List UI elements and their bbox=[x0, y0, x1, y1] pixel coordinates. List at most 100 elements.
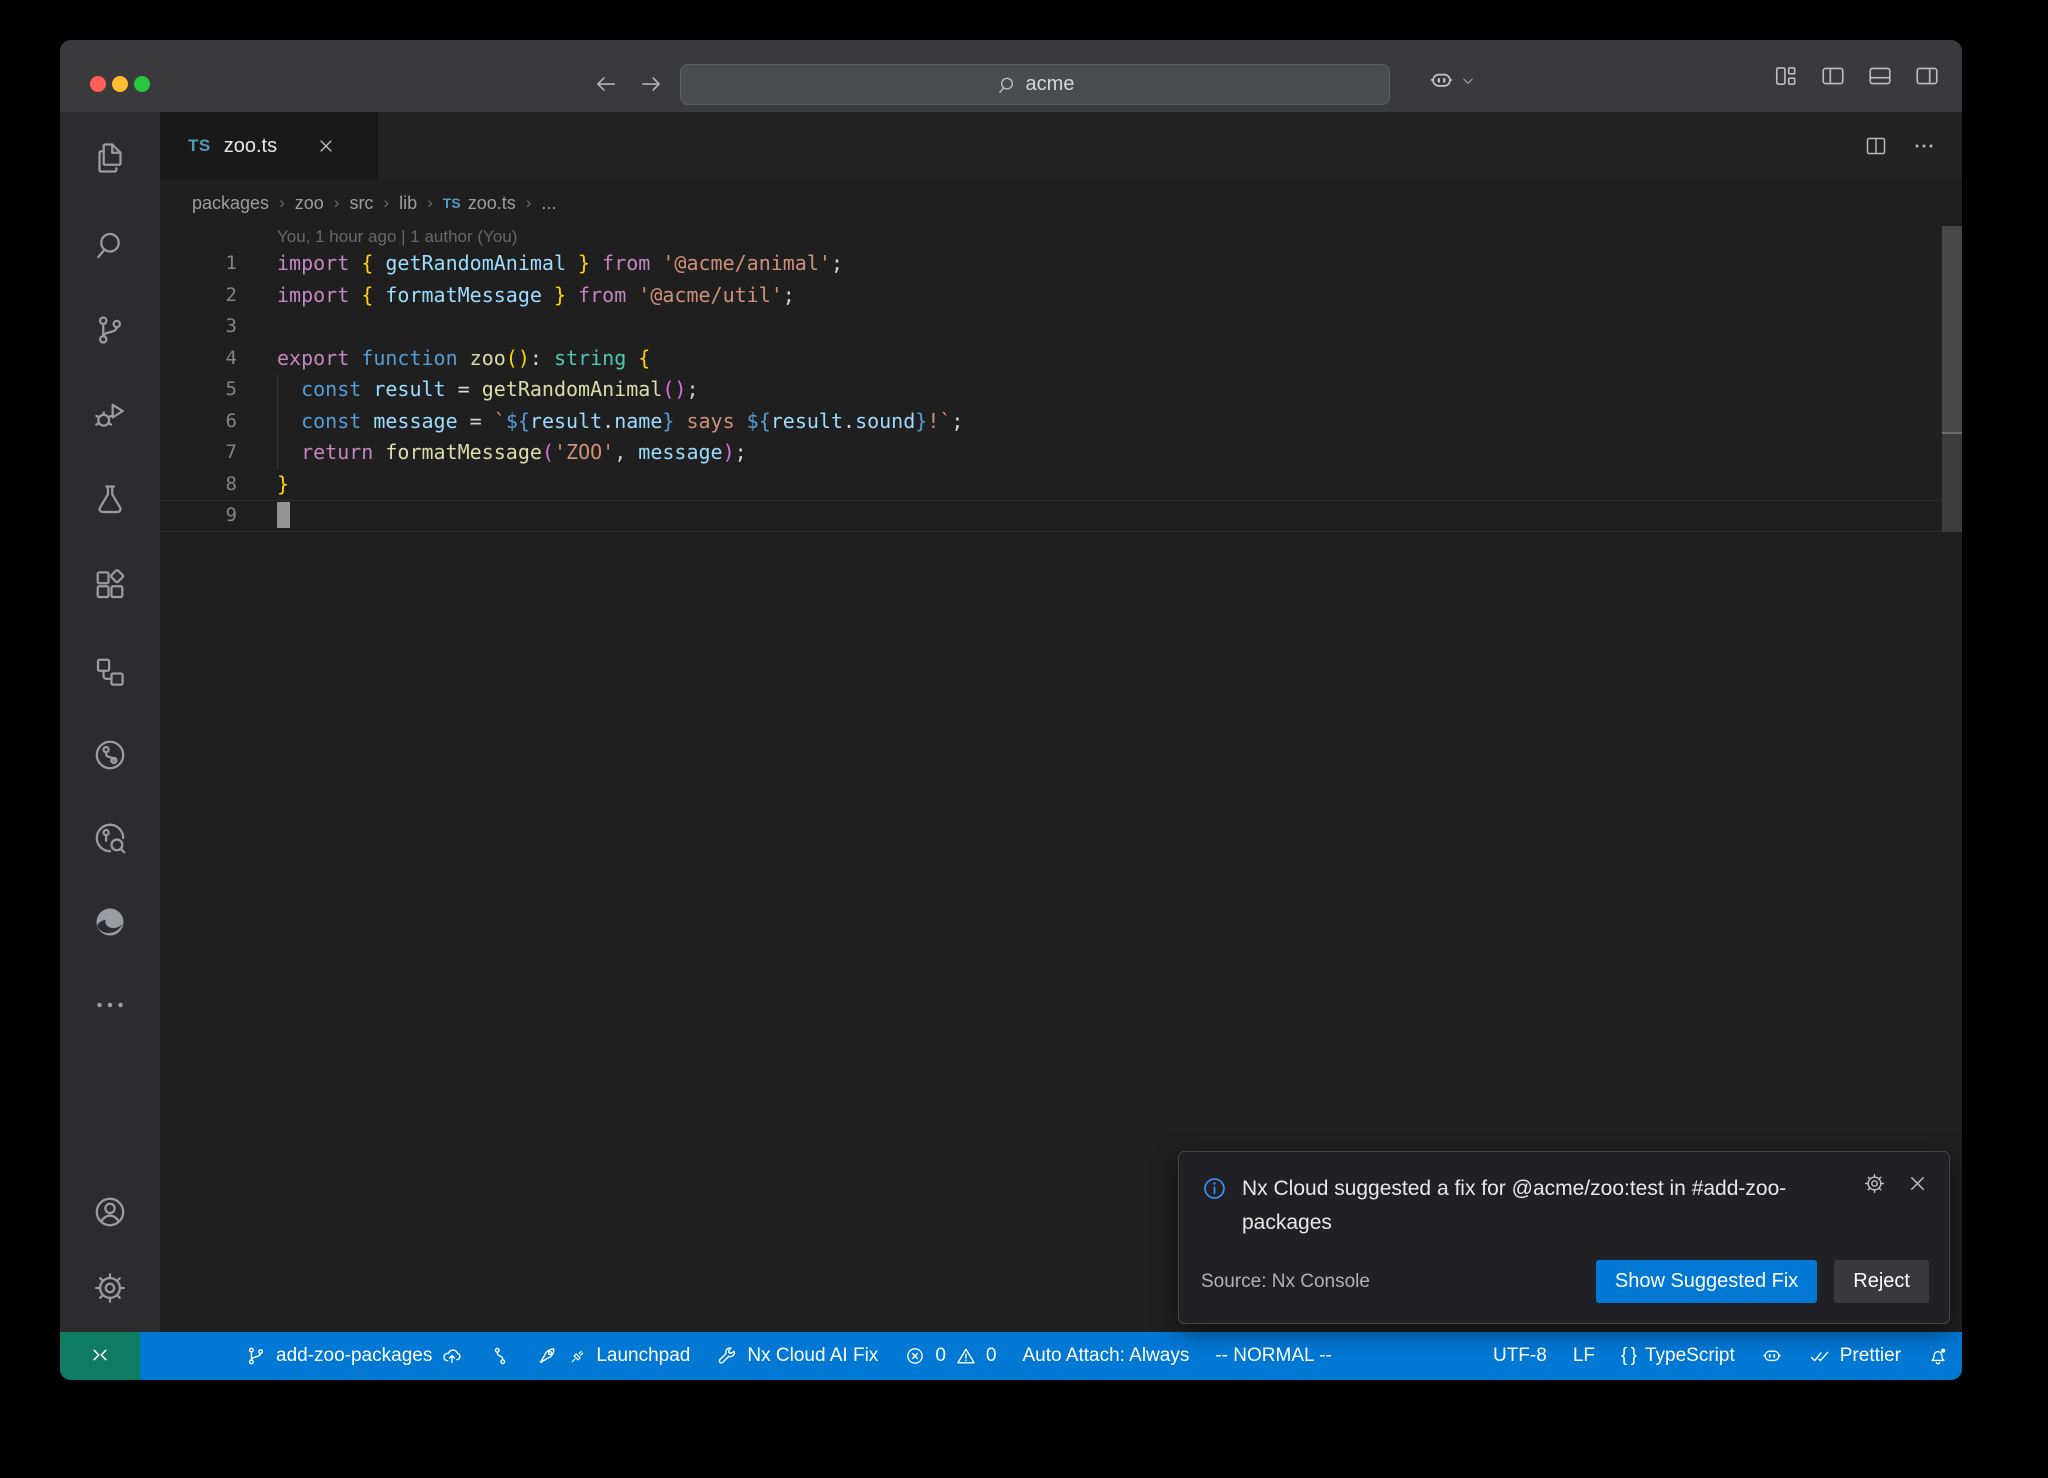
activitybar-gitlens-icon[interactable] bbox=[92, 737, 128, 773]
toggle-sidebar-right-icon[interactable] bbox=[1914, 63, 1940, 89]
statusbar-git-branch[interactable]: add-zoo-packages bbox=[232, 1332, 476, 1380]
statusbar-label: Nx Cloud AI Fix bbox=[747, 1345, 878, 1367]
breadcrumb-segment[interactable]: packages bbox=[192, 193, 269, 214]
breadcrumb-separator-icon: › bbox=[334, 193, 340, 213]
code-text: export function zoo(): string { bbox=[277, 343, 650, 375]
editor-cursor bbox=[277, 502, 290, 528]
window-close-button[interactable] bbox=[90, 76, 106, 92]
window-zoom-button[interactable] bbox=[134, 76, 150, 92]
statusbar-encoding[interactable]: UTF-8 bbox=[1480, 1332, 1560, 1380]
breadcrumb-separator-icon: › bbox=[383, 193, 389, 213]
notification-source: Source: Nx Console bbox=[1201, 1271, 1370, 1293]
line-number: 2 bbox=[160, 280, 237, 312]
copilot-icon bbox=[1428, 67, 1455, 94]
statusbar-launchpad[interactable]: Launchpad bbox=[524, 1332, 703, 1380]
activitybar-testing-icon[interactable] bbox=[92, 482, 128, 518]
statusbar-copilot[interactable] bbox=[1748, 1332, 1796, 1380]
notification-settings-icon[interactable] bbox=[1863, 1172, 1886, 1195]
code-line: 6 const message = `${result.name} says $… bbox=[160, 406, 1962, 438]
breadcrumb-file[interactable]: TSzoo.ts bbox=[443, 193, 516, 214]
statusbar-formatter[interactable]: Prettier bbox=[1796, 1332, 1914, 1380]
breadcrumb-separator-icon: › bbox=[427, 193, 433, 213]
rocket-icon bbox=[537, 1345, 559, 1367]
code-text: const message = `${result.name} says ${r… bbox=[277, 406, 963, 438]
breadcrumb: packages›zoo›src›lib›TSzoo.ts›... bbox=[160, 180, 1962, 226]
activitybar-settings-gear-icon[interactable] bbox=[92, 1270, 128, 1306]
line-number: 9 bbox=[160, 500, 237, 532]
statusbar-label: -- NORMAL -- bbox=[1215, 1345, 1331, 1367]
code-line: 7 return formatMessage('ZOO', message); bbox=[160, 437, 1962, 469]
braces-icon: { } bbox=[1621, 1345, 1636, 1367]
breadcrumb-segment[interactable]: lib bbox=[399, 193, 417, 214]
code-text: } bbox=[277, 469, 289, 501]
statusbar-eol[interactable]: LF bbox=[1560, 1332, 1608, 1380]
layout-controls bbox=[1773, 63, 1940, 89]
reject-button[interactable]: Reject bbox=[1834, 1260, 1929, 1303]
activitybar-explorer-icon[interactable] bbox=[92, 140, 128, 176]
statusbar-label: UTF-8 bbox=[1493, 1345, 1547, 1367]
command-center-search[interactable]: acme bbox=[680, 64, 1390, 105]
code-text: import { formatMessage } from '@acme/uti… bbox=[277, 280, 795, 312]
activitybar-run-debug-icon[interactable] bbox=[92, 397, 128, 433]
typescript-file-icon: TS bbox=[188, 136, 211, 156]
line-number: 3 bbox=[160, 311, 237, 343]
statusbar-vim-mode[interactable]: -- NORMAL -- bbox=[1202, 1332, 1344, 1380]
activitybar-gitlens-inspect-icon[interactable] bbox=[92, 820, 128, 856]
toggle-sidebar-left-icon[interactable] bbox=[1820, 63, 1846, 89]
breadcrumb-overflow[interactable]: ... bbox=[541, 193, 556, 214]
code-text bbox=[277, 500, 290, 532]
breadcrumb-segment[interactable]: zoo bbox=[295, 193, 324, 214]
window-minimize-button[interactable] bbox=[112, 76, 128, 92]
activitybar-source-control-icon[interactable] bbox=[92, 312, 128, 348]
vscode-window: acme TS zoo.ts bbox=[60, 40, 1962, 1380]
breadcrumb-separator-icon: › bbox=[526, 193, 532, 213]
activitybar-extensions-icon[interactable] bbox=[92, 567, 128, 603]
editor-scrollbar[interactable] bbox=[1942, 226, 1962, 532]
statusbar-nx-cloud-ai-fix[interactable]: Nx Cloud AI Fix bbox=[703, 1332, 891, 1380]
activitybar-more-icon[interactable] bbox=[92, 987, 128, 1023]
notification-toast: Nx Cloud suggested a fix for @acme/zoo:t… bbox=[1178, 1151, 1950, 1324]
statusbar-label: LF bbox=[1573, 1345, 1595, 1367]
tab-close-icon[interactable] bbox=[316, 136, 336, 156]
editor-more-actions-icon[interactable] bbox=[1912, 134, 1936, 158]
titlebar: acme bbox=[60, 40, 1962, 112]
statusbar-language[interactable]: { }TypeScript bbox=[1608, 1332, 1748, 1380]
back-icon[interactable] bbox=[593, 71, 619, 97]
remote-indicator[interactable] bbox=[60, 1332, 140, 1380]
cloud-upload-icon bbox=[441, 1345, 463, 1367]
error-icon bbox=[904, 1345, 926, 1367]
line-number: 6 bbox=[160, 406, 237, 438]
line-number: 7 bbox=[160, 437, 237, 469]
line-number: 4 bbox=[160, 343, 237, 375]
code-line: 3 bbox=[160, 311, 1962, 343]
line-number: 5 bbox=[160, 374, 237, 406]
notification-close-icon[interactable] bbox=[1906, 1172, 1929, 1195]
toggle-panel-icon[interactable] bbox=[1867, 63, 1893, 89]
remote-icon bbox=[88, 1344, 112, 1368]
activitybar-edge-browser-icon[interactable] bbox=[92, 904, 128, 940]
chevron-down-icon bbox=[1459, 72, 1477, 90]
activitybar-references-icon[interactable] bbox=[92, 654, 128, 690]
copilot-menu[interactable] bbox=[1428, 67, 1477, 94]
gitlens-codelens[interactable]: You, 1 hour ago | 1 author (You) bbox=[160, 226, 1962, 248]
show-suggested-fix-button[interactable]: Show Suggested Fix bbox=[1596, 1260, 1817, 1303]
statusbar-auto-attach[interactable]: Auto Attach: Always bbox=[1009, 1332, 1202, 1380]
commit-graph-icon bbox=[489, 1345, 511, 1367]
statusbar-notifications[interactable] bbox=[1914, 1332, 1962, 1380]
notification-message: Nx Cloud suggested a fix for @acme/zoo:t… bbox=[1242, 1172, 1862, 1240]
statusbar-commit-graph[interactable] bbox=[476, 1332, 524, 1380]
customize-layout-icon[interactable] bbox=[1773, 63, 1799, 89]
info-icon bbox=[1201, 1175, 1228, 1202]
search-value: acme bbox=[1026, 73, 1075, 96]
activitybar-search-icon[interactable] bbox=[92, 227, 128, 263]
statusbar-label: 0 bbox=[935, 1345, 946, 1367]
activitybar-account-icon[interactable] bbox=[92, 1194, 128, 1230]
split-editor-icon[interactable] bbox=[1864, 134, 1888, 158]
search-icon bbox=[996, 74, 1018, 96]
statusbar-problems[interactable]: 00 bbox=[891, 1332, 1009, 1380]
activity-bar bbox=[60, 112, 160, 1332]
breadcrumb-segment[interactable]: src bbox=[349, 193, 373, 214]
copilot-icon bbox=[1761, 1345, 1783, 1367]
forward-icon[interactable] bbox=[638, 71, 664, 97]
tab-zoo-ts[interactable]: TS zoo.ts bbox=[160, 112, 378, 180]
